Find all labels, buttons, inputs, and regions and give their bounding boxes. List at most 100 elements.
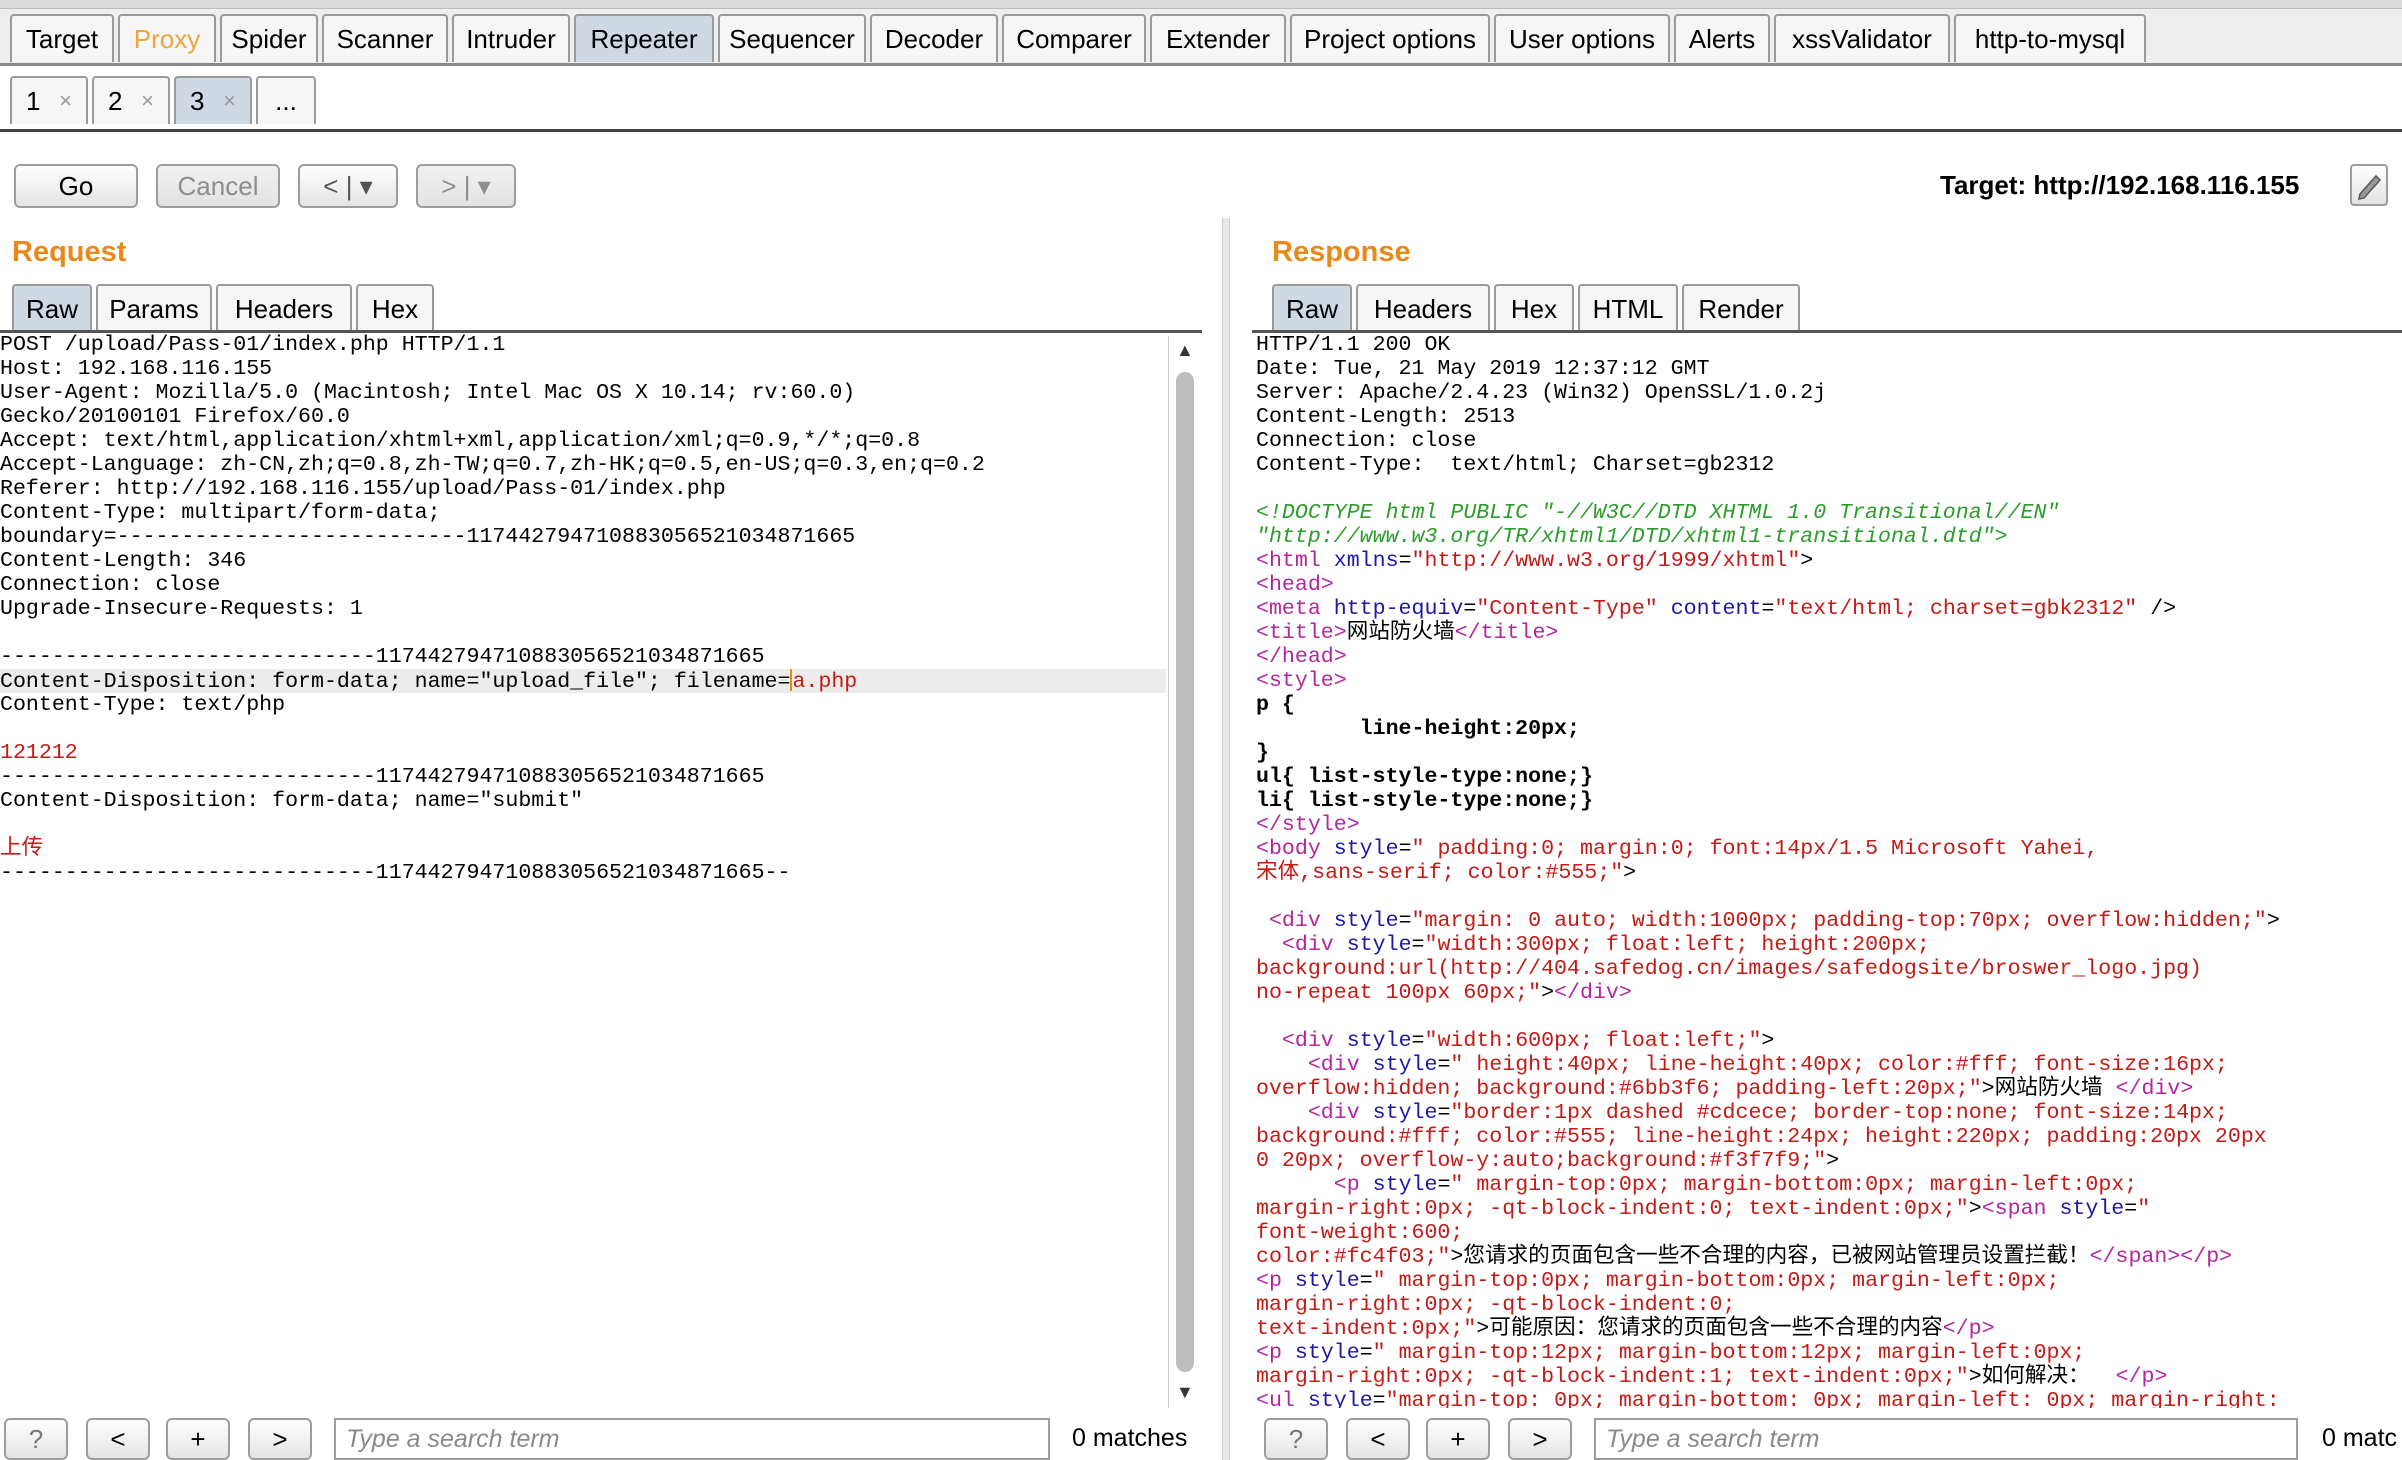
request-search-input[interactable]: Type a search term [334,1418,1050,1460]
response-line: <meta http-equiv="Content-Type" content=… [1256,597,2177,621]
tab-comparer[interactable]: Comparer [1002,14,1146,62]
tab-alerts[interactable]: Alerts [1674,14,1770,62]
tab-headers[interactable]: Headers [1356,284,1490,332]
edit-target-button[interactable] [2350,164,2388,206]
response-editor[interactable]: HTTP/1.1 200 OK Date: Tue, 21 May 2019 1… [1256,333,2402,1408]
response-line: Content-Type: text/html; Charset=gb2312 [1256,453,1775,477]
repeater-tab-1[interactable]: 1 × [10,76,88,124]
tab-decoder[interactable]: Decoder [870,14,998,62]
back-button[interactable]: < | ▾ [298,164,398,208]
close-icon[interactable]: × [59,78,72,124]
response-line: <!DOCTYPE html PUBLIC "-//W3C//DTD XHTML… [1256,501,2060,525]
response-line: no-repeat 100px 60px;"></div> [1256,981,1632,1005]
response-match-count: 0 matc [2322,1424,2398,1452]
tab-http-to-mysql[interactable]: http-to-mysql [1954,14,2146,62]
repeater-tab-2[interactable]: 2 × [92,76,170,124]
request-editor[interactable]: POST /upload/Pass-01/index.php HTTP/1.1 … [0,333,1166,1408]
tab-headers[interactable]: Headers [216,284,352,332]
attr-value: margin-right:0px; -qt-block-indent:1; te… [1256,1365,1969,1389]
go-button[interactable]: Go [14,164,138,208]
repeater-tab-3[interactable]: 3 × [174,76,252,124]
tab-hex[interactable]: Hex [1494,284,1574,332]
attr-value: "width:600px; float:left;" [1424,1029,1762,1053]
request-line: -----------------------------11744279471… [0,861,791,885]
request-line: User-Agent: Mozilla/5.0 (Macintosh; Inte… [0,381,856,405]
response-line: } [1256,741,1269,765]
request-line [0,621,1166,645]
response-title: Response [1272,236,1411,268]
tab-scanner[interactable]: Scanner [322,14,448,62]
close-icon[interactable]: × [223,78,236,124]
tab-sequencer[interactable]: Sequencer [718,14,866,62]
attr-value: overflow:hidden; background:#6bb3f6; pad… [1256,1077,1982,1101]
response-line: <head> [1256,573,1334,597]
response-line: <p style=" margin-top:0px; margin-bottom… [1256,1269,2060,1293]
tab-spider[interactable]: Spider [220,14,318,62]
response-line: li{ list-style-type:none;} [1256,789,1593,813]
forward-button[interactable]: > | ▾ [416,164,516,208]
next-match-button[interactable]: > [1508,1418,1572,1460]
attr-value: color:#fc4f03;" [1256,1245,1451,1269]
request-line-current: Content-Disposition: form-data; name="up… [0,669,1166,694]
tab-user-options[interactable]: User options [1494,14,1670,62]
div-text: 网站防火墙 [1994,1077,2116,1101]
response-line: <div style="margin: 0 auto; width:1000px… [1268,909,2280,933]
tab-project-options[interactable]: Project options [1290,14,1490,62]
scrollbar-thumb[interactable] [1176,372,1194,1372]
request-line: -----------------------------11744279471… [0,765,765,789]
tab-params[interactable]: Params [96,284,212,332]
help-button[interactable]: ? [4,1418,68,1460]
repeater-tab-more[interactable]: ... [256,76,316,124]
tab-intruder[interactable]: Intruder [452,14,570,62]
top-border [0,0,2402,9]
response-line: <div style="width:600px; float:left;"> [1281,1029,1775,1053]
response-line: <div style=" height:40px; line-height:40… [1307,1053,2228,1077]
request-line: Content-Type: text/php [0,693,286,717]
tab-target[interactable]: Target [10,14,114,62]
attr-value: " [2137,1197,2151,1221]
attr-value: " height:40px; line-height:40px; color:#… [1450,1053,2228,1077]
tab-proxy[interactable]: Proxy [118,14,216,62]
response-line: <p style=" margin-top:0px; margin-bottom… [1333,1173,2138,1197]
tab-raw[interactable]: Raw [1272,284,1352,332]
next-options-button[interactable]: + [166,1418,230,1460]
attr-value: no-repeat 100px 60px;" [1256,981,1542,1005]
close-icon[interactable]: × [141,78,154,124]
scroll-down-icon[interactable]: ▼ [1176,1382,1194,1403]
request-scrollbar[interactable]: ▲ ▼ [1168,336,1201,1408]
request-line: Content-Disposition: form-data; name="su… [0,789,1166,813]
pane-splitter[interactable] [1222,218,1230,1460]
request-line-text: Content-Disposition: form-data; name="up… [0,670,791,694]
next-options-button[interactable]: + [1426,1418,1490,1460]
response-line: HTTP/1.1 200 OK [1256,333,1451,357]
previous-match-button[interactable]: < [1346,1418,1410,1460]
scroll-up-icon[interactable]: ▲ [1176,340,1194,361]
tab-xssvalidator[interactable]: xssValidator [1774,14,1950,62]
attr-value: " margin-top:0px; margin-bottom:0px; mar… [1450,1173,2138,1197]
main-tab-bar: Target Proxy Spider Scanner Intruder Rep… [0,0,2402,66]
cancel-button[interactable]: Cancel [156,164,280,208]
tab-render[interactable]: Render [1682,284,1800,332]
attr-value: margin-right:0px; -qt-block-indent:0; te… [1256,1197,1969,1221]
pencil-icon [2358,174,2382,200]
tab-raw[interactable]: Raw [12,284,92,332]
tab-hex[interactable]: Hex [356,284,434,332]
response-line [1256,1005,2402,1029]
repeater-tab-bar: 1 × 2 × 3 × ... [0,66,2402,132]
response-line: <body style=" padding:0; margin:0; font:… [1256,837,2099,861]
attr-value: "width:300px; float:left; height:200px; [1424,933,1930,957]
next-match-button[interactable]: > [248,1418,312,1460]
request-line: Accept-Language: zh-CN,zh;q=0.8,zh-TW;q=… [0,453,985,477]
tab-html[interactable]: HTML [1578,284,1678,332]
tab-extender[interactable]: Extender [1150,14,1286,62]
response-line: Connection: close [1256,429,1477,453]
response-search-input[interactable]: Type a search term [1594,1418,2298,1460]
request-line: Referer: http://192.168.116.155/upload/P… [0,477,726,501]
help-button[interactable]: ? [1264,1418,1328,1460]
response-line: <title>网站防火墙</title> [1256,621,1559,645]
request-body-value: 上传 [0,837,44,861]
tab-repeater[interactable]: Repeater [574,14,714,62]
response-line: color:#fc4f03;">您请求的页面包含一些不合理的内容，已被网站管理员… [1256,1245,2233,1269]
request-line-text: Content-Disposition: form-data; name="su… [0,789,584,813]
previous-match-button[interactable]: < [86,1418,150,1460]
